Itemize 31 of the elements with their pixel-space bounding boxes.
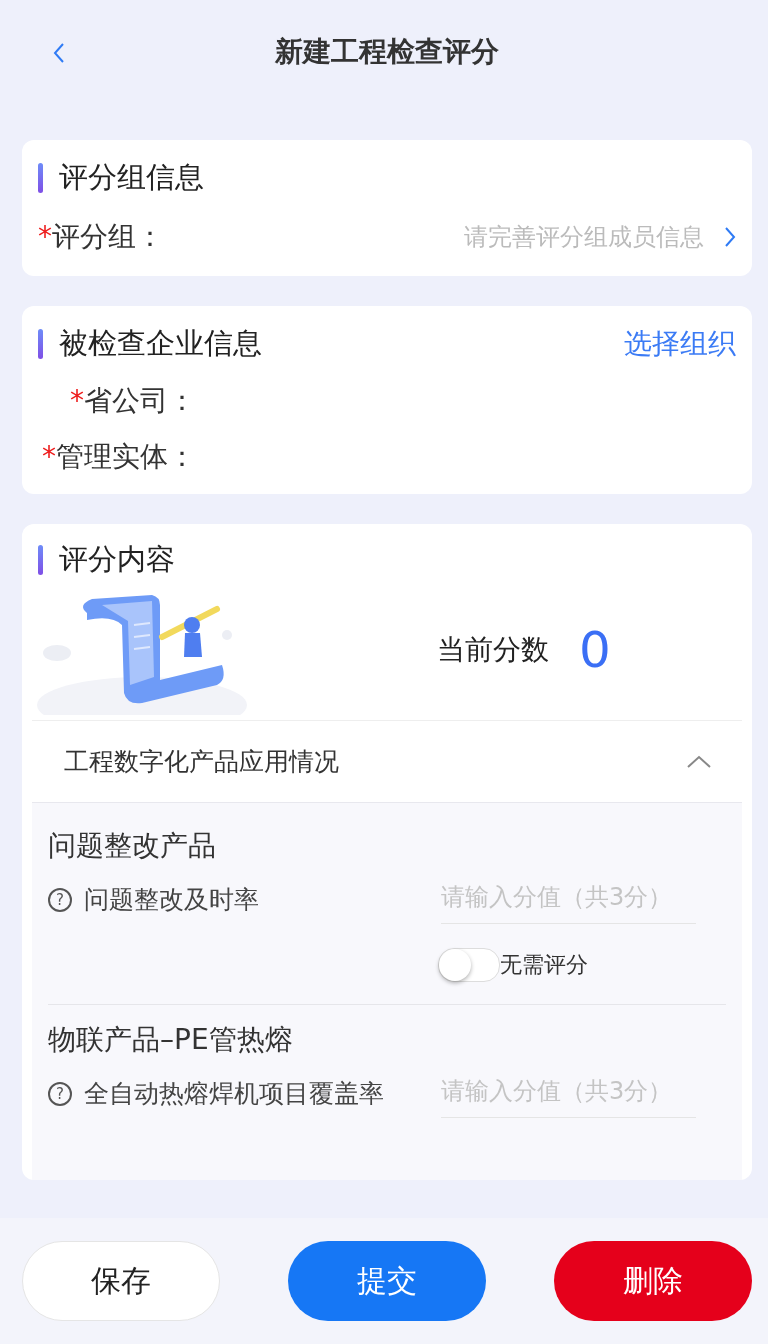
category-title: 工程数字化产品应用情况 [64,746,339,778]
placeholder-text: 请完善评分组成员信息 [464,222,704,253]
section-title: 评分内容 [59,541,175,578]
toggle-label: 无需评分 [500,951,588,979]
field-label: *省公司： [70,384,196,417]
action-button[interactable]: 删除 [554,1241,752,1321]
chevron-right-icon [724,226,736,248]
action-button[interactable]: 提交 [288,1241,486,1321]
field-label: *管理实体： [42,440,196,473]
help-icon[interactable]: ? [48,1081,72,1106]
score-input[interactable]: 请输入分值（共3分） [441,1069,696,1118]
criterion-label: 全自动热熔焊机项目覆盖率 [84,1078,384,1110]
section-marker [38,545,43,575]
select-org-link[interactable]: 选择组织 [624,325,736,363]
section-title: 评分组信息 [59,159,204,196]
score-label: 当前分数 [437,632,549,668]
item-title: 物联产品–PE管热熔 [48,1022,294,1058]
section-title: 被检查企业信息 [59,325,262,362]
action-button[interactable]: 保存 [22,1241,220,1321]
help-icon[interactable]: ? [48,887,72,912]
score-input[interactable]: 请输入分值（共3分） [441,875,696,924]
page-title: 新建工程检查评分 [275,34,499,70]
field-label: *评分组： [38,219,164,255]
back-icon[interactable] [52,42,66,64]
score-value: 0 [579,621,611,679]
toggle-switch[interactable] [438,948,500,982]
group-field[interactable]: *评分组： 请完善评分组成员信息 [38,218,736,256]
section-marker [38,329,43,359]
criterion-label: 问题整改及时率 [84,884,259,916]
item-title: 问题整改产品 [48,828,217,864]
section-marker [38,163,43,193]
